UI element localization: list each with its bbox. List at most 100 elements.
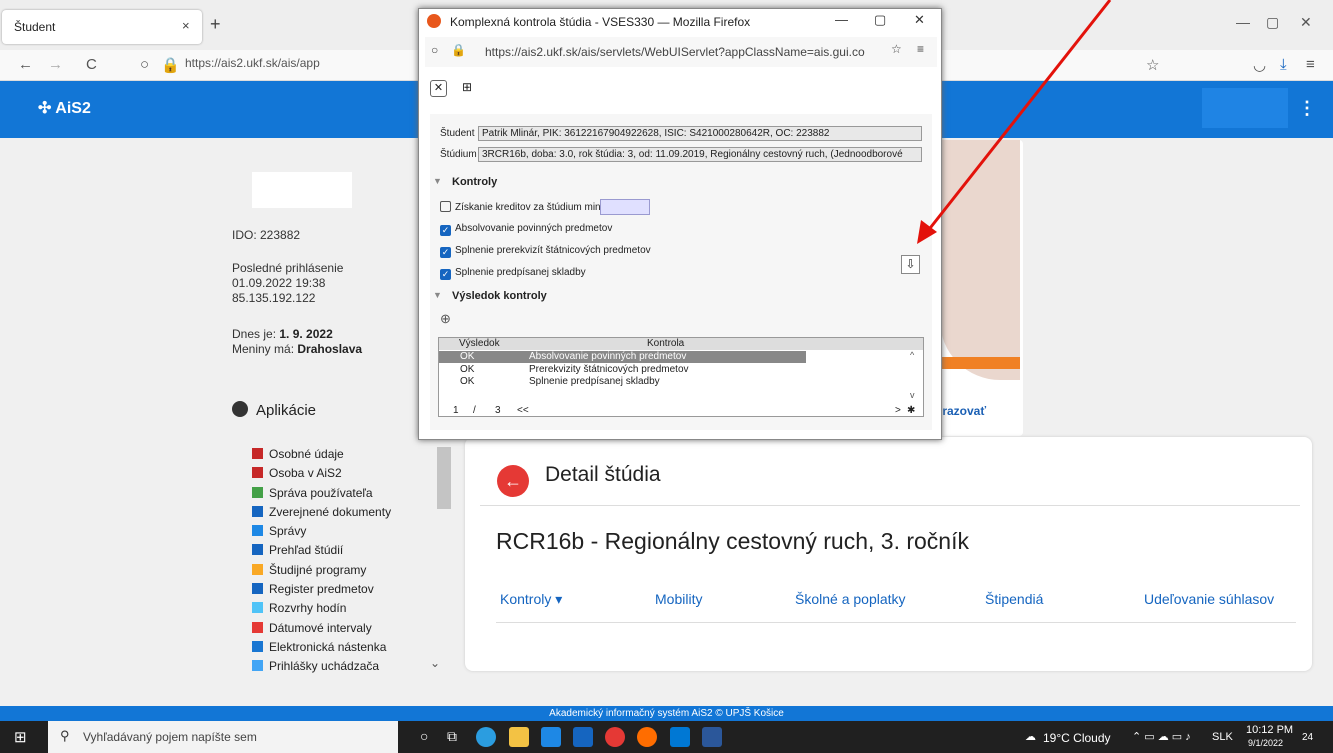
hierarchy-icon[interactable]: ⊞	[462, 80, 472, 94]
url-bar[interactable]: https://ais2.ukf.sk/ais/app	[185, 56, 420, 70]
pocket-icon[interactable]: ◡	[1253, 56, 1266, 74]
tray-icons[interactable]: ⌃ ▭ ☁ ▭ ♪	[1132, 730, 1191, 743]
browser-tab[interactable]: Študent ×	[2, 10, 202, 44]
clock-date[interactable]: 9/1/2022	[1248, 738, 1283, 748]
hamburger-menu-icon[interactable]: ≡	[1306, 56, 1315, 73]
sidebar-item[interactable]: Zverejnené dokumenty	[252, 505, 432, 524]
popup-maximize-icon[interactable]: ▢	[874, 12, 886, 28]
download-icon[interactable]: ⤓	[1280, 56, 1287, 73]
sidebar-item[interactable]: Register predmetov	[252, 582, 432, 601]
check-item[interactable]: Získanie kreditov za štúdium min.	[440, 201, 740, 223]
checkbox[interactable]: ✓	[440, 247, 451, 258]
mail-icon[interactable]	[573, 727, 593, 747]
check-item[interactable]: ✓ Absolvovanie povinných predmetov	[440, 223, 740, 245]
sidebar-item[interactable]: Rozvrhy hodín	[252, 601, 432, 620]
table-header: Výsledok Kontrola	[439, 338, 923, 350]
firefox-icon[interactable]	[637, 727, 657, 747]
sidebar-item[interactable]: Osobné údaje	[252, 447, 432, 466]
app-icon	[252, 602, 263, 614]
sidebar-item[interactable]: Elektronická nástenka	[252, 640, 432, 659]
study-label: Štúdium	[440, 149, 477, 160]
new-tab-icon[interactable]: +	[210, 14, 221, 35]
scroll-up-icon[interactable]: ^	[910, 350, 914, 360]
table-row[interactable]: OK Splnenie predpísanej skladby	[439, 376, 806, 388]
sidebar-item-label: Správy	[269, 524, 307, 539]
pager-next[interactable]: >	[895, 405, 901, 416]
last-login-ip: 85.135.192.122	[232, 291, 316, 305]
pager-prev[interactable]: <<	[517, 405, 529, 416]
table-row[interactable]: OK Absolvovanie povinných predmetov	[439, 351, 806, 363]
credits-input[interactable]	[600, 199, 650, 215]
sidebar-item[interactable]: Správy	[252, 524, 432, 543]
language[interactable]: SLK	[1212, 731, 1233, 743]
sidebar-scrollbar[interactable]	[437, 447, 451, 509]
zoom-in-icon[interactable]: ⊕	[440, 311, 451, 327]
clock-time[interactable]: 10:12 PM	[1246, 724, 1293, 736]
checkbox[interactable]: ✓	[440, 225, 451, 236]
app-icon	[252, 525, 263, 537]
popup-minimize-icon[interactable]: —	[835, 12, 848, 27]
windows-start-icon[interactable]: ⊞	[14, 728, 27, 746]
check-item[interactable]: ✓ Splnenie predpísanej skladby	[440, 267, 740, 289]
chevron-down-icon[interactable]: ⌄	[430, 656, 440, 670]
weather[interactable]: 19°C Cloudy	[1043, 731, 1111, 745]
close-icon[interactable]: ✕	[430, 80, 447, 97]
tab-stipendia[interactable]: Štipendiá	[985, 591, 1043, 607]
user-box[interactable]	[1202, 88, 1288, 128]
avatar	[252, 172, 352, 208]
check-item[interactable]: ✓ Splnenie prerekvizít štátnicových predm…	[440, 245, 740, 267]
popup-url-bar[interactable]: ○ 🔒 https://ais2.ukf.sk/ais/servlets/Web…	[425, 37, 937, 67]
bookmark-star-icon[interactable]: ☆	[1146, 56, 1159, 74]
task-view-icon[interactable]: ⧉	[447, 728, 457, 745]
sidebar-item[interactable]: Správa používateľa	[252, 486, 432, 505]
tab-skolne[interactable]: Školné a poplatky	[795, 591, 906, 607]
sidebar-item[interactable]: Prihlášky uchádzača	[252, 659, 432, 678]
arrow-shaft	[925, 0, 1112, 233]
sidebar-item-label: Rozvrhy hodín	[269, 601, 347, 616]
tab-close-icon[interactable]: ×	[182, 18, 190, 33]
gear-icon[interactable]: ✱	[907, 405, 915, 416]
shield-icon[interactable]: ○	[140, 56, 149, 73]
collapse-icon[interactable]: ▼	[433, 176, 442, 186]
notification-badge[interactable]: 24	[1302, 732, 1313, 743]
checkbox[interactable]	[440, 201, 451, 212]
sidebar-item[interactable]: Osoba v AiS2	[252, 466, 432, 485]
edge-icon[interactable]	[476, 727, 496, 747]
checkbox[interactable]: ✓	[440, 269, 451, 280]
tab-kontroly[interactable]: Kontroly ▾	[500, 591, 562, 608]
tab-suhlasy[interactable]: Udeľovanie súhlasov	[1144, 591, 1274, 607]
nameday-value: Drahoslava	[297, 342, 363, 356]
taskbar-search[interactable]: Vyhľadávaný pojem napíšte sem	[48, 721, 398, 753]
explorer-icon[interactable]	[509, 727, 529, 747]
word-icon[interactable]	[702, 727, 722, 747]
collapse-icon[interactable]: ▼	[433, 290, 442, 300]
row-check: Absolvovanie povinných predmetov	[529, 351, 687, 362]
reload-icon[interactable]: C	[86, 56, 97, 73]
kebab-menu-icon[interactable]: ⋮	[1298, 98, 1316, 119]
app-icon	[252, 660, 263, 672]
table-row[interactable]: OK Prerekvizity štátnicových predmetov	[439, 364, 806, 376]
minimize-icon[interactable]: —	[1236, 14, 1250, 30]
chrome-icon[interactable]	[605, 727, 625, 747]
download-arrow-icon[interactable]: ⇩	[901, 255, 920, 274]
close-window-icon[interactable]: ✕	[1300, 14, 1312, 31]
restore-icon[interactable]: ▢	[1266, 14, 1279, 31]
back-icon[interactable]: ←	[18, 56, 33, 73]
scroll-down-icon[interactable]: v	[910, 390, 915, 400]
back-button[interactable]: ←	[497, 465, 529, 497]
cortana-icon[interactable]: ○	[420, 728, 428, 744]
store-icon[interactable]	[541, 727, 561, 747]
sidebar-item[interactable]: Dátumové intervaly	[252, 621, 432, 640]
app-logo[interactable]: ✣ AiS2	[38, 98, 91, 118]
banner-link[interactable]: brazovať	[935, 404, 986, 418]
outlook-icon[interactable]	[670, 727, 690, 747]
sidebar-item[interactable]: Prehľad štúdií	[252, 543, 432, 562]
sidebar-item[interactable]: Študijné programy	[252, 563, 432, 582]
bookmark-star-icon[interactable]: ☆	[891, 42, 902, 56]
tab-mobility[interactable]: Mobility	[655, 591, 702, 607]
weather-icon[interactable]: ☁	[1025, 730, 1036, 743]
lock-icon[interactable]: 🔒	[161, 56, 180, 74]
forward-icon[interactable]: →	[48, 56, 63, 73]
result-heading: Výsledok kontroly	[452, 290, 547, 302]
sidebar-item-label: Študijné programy	[269, 562, 367, 577]
